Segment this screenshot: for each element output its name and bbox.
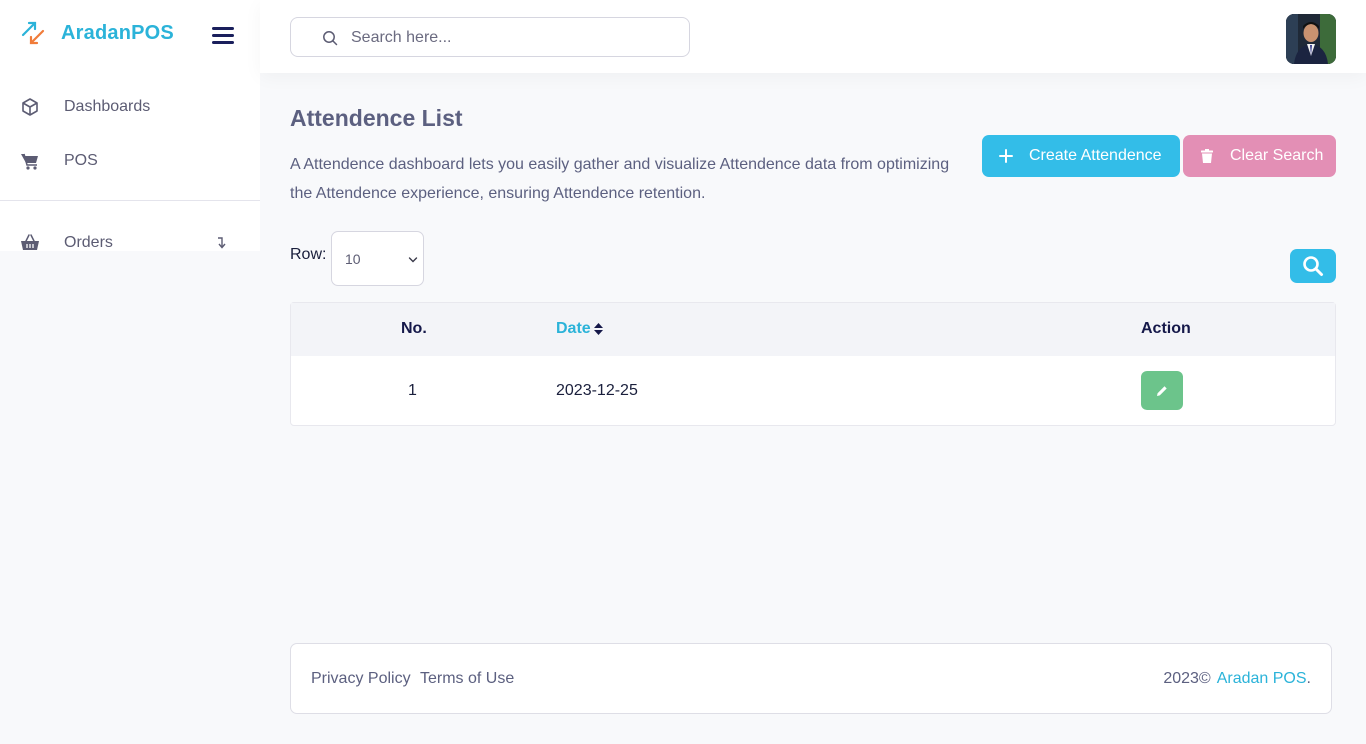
copyright: 2023© Aradan POS. (1163, 670, 1311, 688)
top-bar (260, 0, 1366, 73)
pencil-icon (1157, 386, 1167, 396)
sidebar-item-label: Orders (64, 234, 113, 251)
privacy-policy-link[interactable]: Privacy Policy (311, 670, 411, 688)
table-header: No. Date Action (291, 303, 1335, 356)
attendence-table: No. Date Action 1 2023-12-25 (290, 302, 1336, 426)
cart-icon (21, 153, 38, 170)
clear-search-button[interactable]: Clear Search (1183, 135, 1336, 177)
terms-of-use-link[interactable]: Terms of Use (420, 670, 514, 688)
search-box[interactable] (290, 17, 690, 57)
rows-per-page-select[interactable]: 10 (331, 231, 424, 286)
cell-date: 2023-12-25 (556, 382, 638, 399)
column-header-no: No. (401, 320, 427, 337)
cell-no: 1 (408, 382, 417, 399)
sidebar-item-label: POS (64, 152, 98, 169)
user-avatar-image (1286, 14, 1336, 64)
edit-button[interactable] (1141, 371, 1183, 410)
copyright-year: 2023© (1163, 670, 1211, 687)
brand-name: AradanPOS (61, 21, 174, 44)
sidebar-divider (0, 200, 260, 201)
rows-per-page-value: 10 (345, 251, 361, 267)
footer: Privacy Policy Terms of Use 2023© Aradan … (290, 643, 1332, 714)
trash-icon (1201, 149, 1213, 163)
sidebar-item-dashboards[interactable]: Dashboards (0, 87, 260, 127)
column-header-action: Action (1141, 320, 1191, 337)
search-input[interactable] (351, 26, 671, 50)
search-icon (1303, 256, 1323, 276)
column-header-date[interactable]: Date (556, 320, 604, 338)
table-search-button[interactable] (1290, 249, 1336, 283)
page-description: A Attendence dashboard lets you easily g… (290, 156, 950, 202)
search-icon (323, 31, 338, 46)
chevron-down-icon (408, 257, 418, 263)
sidebar-item-label: Dashboards (64, 98, 151, 115)
copyright-period: . (1306, 670, 1311, 687)
avatar[interactable] (1286, 14, 1336, 64)
clear-button-label: Clear Search (1230, 147, 1324, 164)
plus-icon (999, 149, 1013, 163)
sort-icon (593, 323, 603, 335)
create-button-label: Create Attendence (1029, 147, 1162, 164)
row-label: Row: (290, 246, 327, 263)
basket-icon (21, 234, 39, 250)
page-title: Attendence List (290, 105, 463, 131)
create-attendence-button[interactable]: Create Attendence (982, 135, 1180, 177)
aradan-pos-link[interactable]: Aradan POS (1217, 670, 1307, 687)
brand[interactable]: AradanPOS (20, 18, 174, 48)
menu-toggle-icon[interactable] (212, 27, 234, 45)
cube-icon (22, 98, 38, 116)
sidebar: AradanPOS Dashboards POS Orders (0, 0, 260, 251)
column-header-date-label: Date (556, 320, 591, 337)
logo-icon (21, 21, 45, 45)
sidebar-item-pos[interactable]: POS (0, 141, 260, 181)
arrow-return-icon (218, 237, 226, 249)
sidebar-item-orders[interactable]: Orders (0, 223, 260, 263)
